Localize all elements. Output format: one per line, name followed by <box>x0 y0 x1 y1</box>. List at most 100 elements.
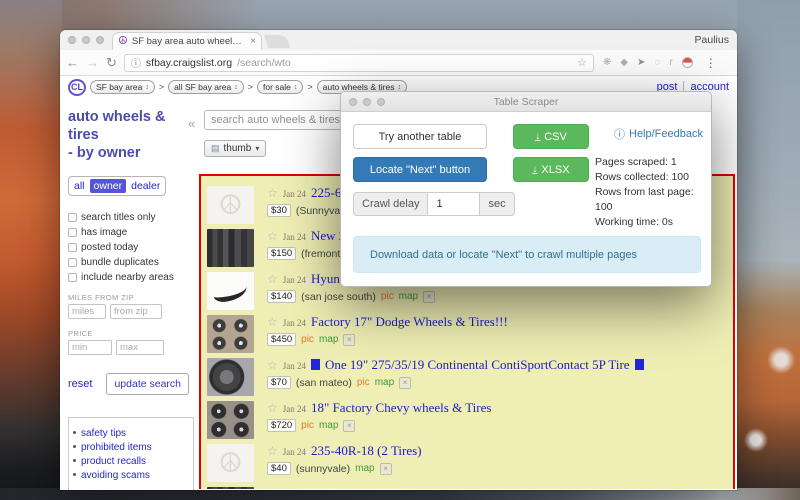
favorite-star-icon[interactable]: ☆ <box>267 401 278 415</box>
browser-tab[interactable]: ☮ SF bay area auto wheels & tires × <box>112 32 262 50</box>
prohibited-items-link[interactable]: prohibited items <box>81 442 152 453</box>
reload-icon[interactable]: ↻ <box>106 56 117 69</box>
profile-name[interactable]: Paulius <box>695 34 729 46</box>
tab-dealer[interactable]: dealer <box>131 180 160 192</box>
listing-thumbnail-placeholder[interactable]: ☮ <box>207 186 254 224</box>
tab-owner-selected[interactable]: owner <box>90 179 127 193</box>
zip-input[interactable] <box>110 304 162 319</box>
window-traffic-lights[interactable] <box>68 36 104 44</box>
listing-title-link[interactable]: 18" Factory Chevy wheels & Tires <box>311 400 491 416</box>
favorite-star-icon[interactable]: ☆ <box>267 229 278 243</box>
crumb-select-section[interactable]: for sale ↕ <box>257 80 303 94</box>
info-alert: Download data or locate "Next" to crawl … <box>353 236 701 273</box>
tab-title: SF bay area auto wheels & tires <box>132 36 246 47</box>
tab-all[interactable]: all <box>74 180 85 192</box>
new-tab-button[interactable] <box>264 35 290 48</box>
collapse-sidebar-icon[interactable]: « <box>188 116 195 131</box>
listing-title-link[interactable]: One 19" 275/35/19 Continental ContiSport… <box>325 357 630 373</box>
download-csv-button[interactable]: ↓ CSV <box>513 124 589 149</box>
extension-r-icon[interactable]: r <box>669 58 672 68</box>
listing-date: Jan 24 <box>283 404 306 414</box>
extension-drop-icon[interactable]: ◆ <box>620 58 628 68</box>
tab-close-icon[interactable]: × <box>250 36 256 47</box>
favorite-star-icon[interactable]: ☆ <box>267 186 278 200</box>
map-link[interactable]: map <box>375 377 394 388</box>
chrome-menu-icon[interactable]: ⋮ <box>705 56 717 70</box>
listing-thumbnail-tire[interactable] <box>207 358 254 396</box>
listing-row[interactable]: ☮ ☆Jan 24235-40R-18 (2 Tires) $40(sunnyv… <box>207 442 727 484</box>
map-link[interactable]: map <box>399 291 418 302</box>
listing-row[interactable]: ☆Jan 24Factory 17" Dodge Wheels & Tires!… <box>207 313 727 355</box>
hide-icon[interactable]: × <box>343 334 355 346</box>
address-bar[interactable]: ⓘ sfbay.craigslist.org /search/wto ☆ <box>124 54 594 72</box>
listing-row[interactable]: ☆Jan 2418" Factory Chevy wheels & Tires … <box>207 399 727 441</box>
checkbox-bundle-duplicates[interactable]: bundle duplicates <box>68 257 194 268</box>
hide-icon[interactable]: × <box>423 291 435 303</box>
crumb-label: SF bay area <box>96 82 142 92</box>
checkbox[interactable] <box>68 243 77 252</box>
pic-link[interactable]: pic <box>381 291 394 302</box>
price-max-input[interactable] <box>116 340 164 355</box>
price-min-input[interactable] <box>68 340 112 355</box>
craigslist-logo[interactable]: CL <box>68 79 86 96</box>
crumb-select-area[interactable]: SF bay area ↕ <box>90 80 155 94</box>
scraper-window-title: Table Scraper <box>341 92 711 112</box>
extension-pointer-icon[interactable]: ➤ <box>637 58 645 68</box>
page-info-icon[interactable]: ⓘ <box>131 55 141 70</box>
window-traffic-lights[interactable] <box>349 98 385 106</box>
reset-link[interactable]: reset <box>68 378 92 390</box>
checkbox-search-titles[interactable]: search titles only <box>68 212 194 223</box>
favorite-star-icon[interactable]: ☆ <box>267 444 278 458</box>
bookmark-star-icon[interactable]: ☆ <box>577 56 587 69</box>
scrape-stats: Pages scraped: 1 Rows collected: 100 Row… <box>595 155 707 230</box>
favorite-star-icon[interactable]: ☆ <box>267 272 278 286</box>
crawl-delay-input[interactable] <box>428 192 480 216</box>
back-icon[interactable]: ← <box>66 56 79 69</box>
listing-row[interactable]: ☆Jan 24One 19" 275/35/19 Continental Con… <box>207 356 727 398</box>
listing-thumbnail-part[interactable] <box>207 272 254 310</box>
download-xlsx-button[interactable]: ↓ XLSX <box>513 157 589 182</box>
listing-thumbnail-placeholder[interactable]: ☮ <box>207 444 254 482</box>
checkbox[interactable] <box>68 228 77 237</box>
map-link[interactable]: map <box>319 420 338 431</box>
checkbox[interactable] <box>68 213 77 222</box>
listing-title-link[interactable]: Factory 17" Dodge Wheels & Tires!!! <box>311 314 508 330</box>
listing-title-link[interactable]: 235-40R-18 (2 Tires) <box>311 443 422 459</box>
map-link[interactable]: map <box>355 463 374 474</box>
avoiding-scams-link[interactable]: avoiding scams <box>81 470 150 481</box>
checkbox-include-nearby[interactable]: include nearby areas <box>68 272 194 283</box>
forward-icon[interactable]: → <box>86 56 99 69</box>
checkbox-posted-today[interactable]: posted today <box>68 242 194 253</box>
map-link[interactable]: map <box>319 334 338 345</box>
pic-link[interactable]: pic <box>357 377 370 388</box>
locate-next-button[interactable]: Locate "Next" button <box>353 157 487 182</box>
favorite-star-icon[interactable]: ☆ <box>267 315 278 329</box>
checkbox[interactable] <box>68 258 77 267</box>
table-scraper-extension-icon[interactable] <box>682 57 693 68</box>
list-view-icon: ▤ <box>211 143 220 154</box>
checkbox[interactable] <box>68 273 77 282</box>
product-recalls-link[interactable]: product recalls <box>81 456 146 467</box>
view-mode-dropdown[interactable]: ▤ thumb ▾ <box>204 140 266 157</box>
listing-thumbnail-tires[interactable] <box>207 229 254 267</box>
favorite-star-icon[interactable]: ☆ <box>267 358 278 372</box>
crumb-select-subarea[interactable]: all SF bay area ↕ <box>168 80 244 94</box>
scraper-titlebar[interactable]: Table Scraper <box>341 92 711 112</box>
checkbox-has-image[interactable]: has image <box>68 227 194 238</box>
miles-input[interactable] <box>68 304 106 319</box>
try-another-table-button[interactable]: Try another table <box>353 124 487 149</box>
hide-icon[interactable]: × <box>380 463 392 475</box>
listing-thumbnail-wheels[interactable] <box>207 315 254 353</box>
safety-tips-link[interactable]: safety tips <box>81 428 126 439</box>
pic-link[interactable]: pic <box>301 420 314 431</box>
hide-icon[interactable]: × <box>343 420 355 432</box>
extension-snowflake-icon[interactable]: ❋ <box>603 58 611 68</box>
extension-swirl-icon[interactable]: ◌ <box>654 58 660 68</box>
hide-icon[interactable]: × <box>399 377 411 389</box>
listing-thumbnail-tires <box>207 487 254 489</box>
help-feedback-link[interactable]: ⓘ Help/Feedback <box>614 126 703 142</box>
listing-thumbnail-chevy-wheels[interactable] <box>207 401 254 439</box>
update-search-button[interactable]: update search <box>106 373 189 395</box>
blue-block-glyph <box>635 359 644 370</box>
pic-link[interactable]: pic <box>301 334 314 345</box>
